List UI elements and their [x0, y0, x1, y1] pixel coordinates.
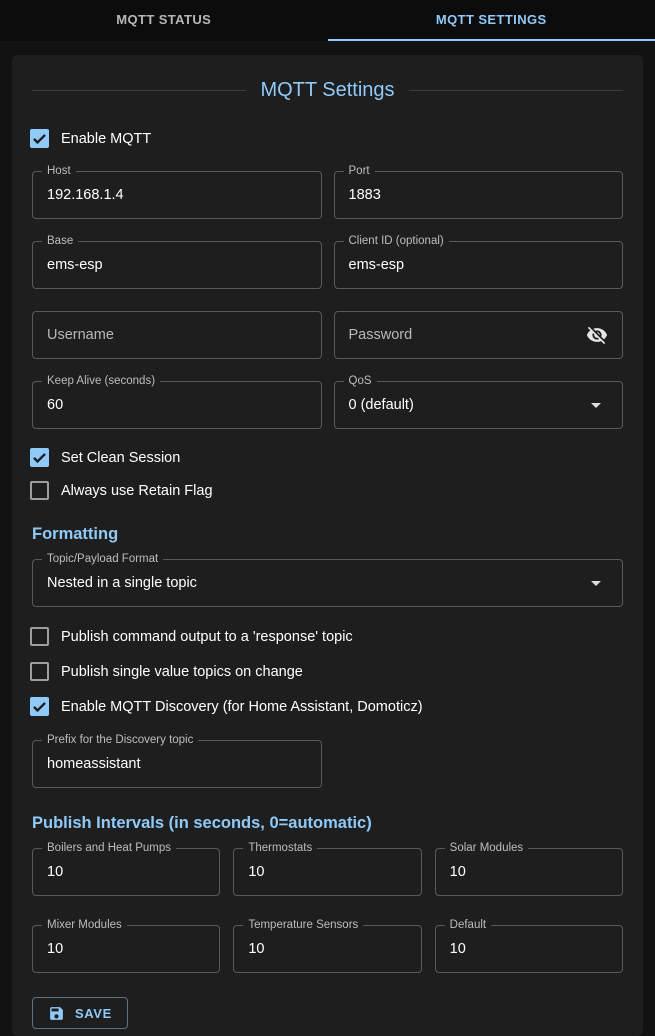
temperature-interval-field[interactable]: Temperature Sensors [233, 925, 421, 973]
solar-interval-label: Solar Modules [445, 842, 529, 855]
discovery-label: Enable MQTT Discovery (for Home Assistan… [61, 699, 423, 715]
username-input[interactable] [47, 327, 307, 343]
checkbox-row-publish-response[interactable]: Publish command output to a 'response' t… [30, 619, 623, 654]
solar-interval-field[interactable]: Solar Modules [435, 848, 623, 896]
checkbox-row-retain-flag[interactable]: Always use Retain Flag [30, 474, 623, 507]
tab-mqtt-status-label: MQTT STATUS [116, 12, 211, 27]
tab-mqtt-settings[interactable]: MQTT SETTINGS [328, 0, 655, 41]
publish-intervals-heading: Publish Intervals (in seconds, 0=automat… [32, 814, 623, 833]
save-button[interactable]: SAVE [32, 997, 128, 1029]
keep-alive-input[interactable] [47, 397, 307, 413]
save-icon [48, 1005, 65, 1022]
clean-session-label: Set Clean Session [61, 450, 180, 466]
mixer-interval-input[interactable] [47, 941, 205, 957]
host-field-label: Host [42, 165, 76, 178]
boilers-interval-input[interactable] [47, 864, 205, 880]
tab-mqtt-status[interactable]: MQTT STATUS [0, 0, 328, 41]
divider-line-right [409, 90, 623, 91]
enable-mqtt-label: Enable MQTT [61, 131, 151, 147]
base-input[interactable] [47, 257, 307, 273]
port-field-label: Port [344, 165, 375, 178]
dropdown-arrow-icon [584, 571, 608, 595]
qos-selected-value: 0 (default) [349, 397, 585, 413]
topic-payload-format-select[interactable]: Topic/Payload Format Nested in a single … [32, 559, 623, 607]
publish-single-label: Publish single value topics on change [61, 664, 303, 680]
port-input[interactable] [349, 187, 609, 203]
topic-payload-format-label: Topic/Payload Format [42, 553, 163, 566]
default-interval-label: Default [445, 919, 491, 932]
password-input[interactable] [349, 327, 587, 343]
base-field[interactable]: Base [32, 241, 322, 289]
discovery-prefix-field-label: Prefix for the Discovery topic [42, 734, 198, 747]
discovery-checkbox[interactable] [30, 697, 49, 716]
retain-flag-label: Always use Retain Flag [61, 483, 213, 499]
enable-mqtt-checkbox[interactable] [30, 129, 49, 148]
tab-bar: MQTT STATUS MQTT SETTINGS [0, 0, 655, 41]
host-input[interactable] [47, 187, 307, 203]
intervals-row-1: Boilers and Heat Pumps Thermostats Solar… [32, 848, 623, 896]
discovery-prefix-input[interactable] [47, 756, 307, 772]
publish-single-checkbox[interactable] [30, 662, 49, 681]
dropdown-arrow-icon [584, 393, 608, 417]
visibility-off-icon[interactable] [586, 324, 608, 346]
client-id-field[interactable]: Client ID (optional) [334, 241, 624, 289]
retain-flag-checkbox[interactable] [30, 481, 49, 500]
qos-select-label: QoS [344, 375, 377, 388]
thermostats-interval-label: Thermostats [243, 842, 317, 855]
mixer-interval-field[interactable]: Mixer Modules [32, 925, 220, 973]
publish-response-checkbox[interactable] [30, 627, 49, 646]
checkbox-row-publish-single[interactable]: Publish single value topics on change [30, 654, 623, 689]
username-field[interactable] [32, 311, 322, 359]
qos-select[interactable]: QoS 0 (default) [334, 381, 624, 429]
host-port-row: Host Port [32, 171, 623, 219]
checkbox-row-clean-session[interactable]: Set Clean Session [30, 441, 623, 474]
client-id-input[interactable] [349, 257, 609, 273]
checkbox-row-discovery[interactable]: Enable MQTT Discovery (for Home Assistan… [30, 689, 623, 724]
host-field[interactable]: Host [32, 171, 322, 219]
divider-line-left [32, 90, 246, 91]
keepalive-qos-row: Keep Alive (seconds) QoS 0 (default) [32, 381, 623, 429]
topic-payload-format-value: Nested in a single topic [47, 575, 584, 591]
boilers-interval-field[interactable]: Boilers and Heat Pumps [32, 848, 220, 896]
save-button-label: SAVE [75, 1006, 112, 1021]
keep-alive-field[interactable]: Keep Alive (seconds) [32, 381, 322, 429]
check-icon [30, 448, 49, 467]
discovery-prefix-field[interactable]: Prefix for the Discovery topic [32, 740, 322, 788]
clean-session-checkbox[interactable] [30, 448, 49, 467]
check-icon [30, 697, 49, 716]
base-field-label: Base [42, 235, 78, 248]
default-interval-field[interactable]: Default [435, 925, 623, 973]
solar-interval-input[interactable] [450, 864, 608, 880]
publish-response-label: Publish command output to a 'response' t… [61, 629, 353, 645]
client-id-field-label: Client ID (optional) [344, 235, 449, 248]
temperature-interval-input[interactable] [248, 941, 406, 957]
intervals-row-2: Mixer Modules Temperature Sensors Defaul… [32, 925, 623, 973]
keep-alive-field-label: Keep Alive (seconds) [42, 375, 160, 388]
thermostats-interval-field[interactable]: Thermostats [233, 848, 421, 896]
check-icon [30, 129, 49, 148]
port-field[interactable]: Port [334, 171, 624, 219]
mqtt-settings-panel: MQTT Settings Enable MQTT Host Port Base… [12, 55, 643, 1036]
page-title: MQTT Settings [260, 79, 394, 102]
page-title-divider: MQTT Settings [32, 79, 623, 102]
thermostats-interval-input[interactable] [248, 864, 406, 880]
default-interval-input[interactable] [450, 941, 608, 957]
temperature-interval-label: Temperature Sensors [243, 919, 363, 932]
credentials-row [32, 311, 623, 359]
password-field[interactable] [334, 311, 624, 359]
base-clientid-row: Base Client ID (optional) [32, 241, 623, 289]
mixer-interval-label: Mixer Modules [42, 919, 127, 932]
boilers-interval-label: Boilers and Heat Pumps [42, 842, 176, 855]
tab-mqtt-settings-label: MQTT SETTINGS [436, 12, 547, 27]
checkbox-row-enable-mqtt[interactable]: Enable MQTT [30, 122, 623, 155]
formatting-heading: Formatting [32, 525, 623, 544]
